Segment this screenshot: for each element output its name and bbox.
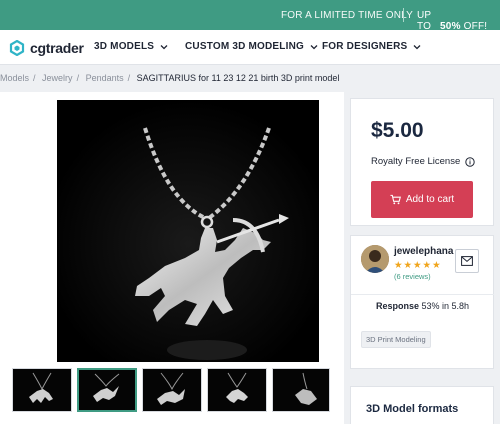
breadcrumb-sep: / xyxy=(33,73,36,83)
thumbnail-5[interactable] xyxy=(272,368,330,412)
chevron-down-icon xyxy=(160,44,168,49)
cart-icon xyxy=(390,194,401,205)
breadcrumb-models[interactable]: Models xyxy=(0,73,29,83)
thumbnail-2[interactable] xyxy=(77,368,137,412)
skill-tag[interactable]: 3D Print Modeling xyxy=(361,331,431,348)
seller-name[interactable]: jewelephana xyxy=(394,246,453,257)
divider xyxy=(351,294,494,295)
promo-discount: UP TO 50% OFF! xyxy=(417,10,500,32)
nav-for-designers-label: FOR DESIGNERS xyxy=(322,41,408,52)
main-product-image[interactable] xyxy=(57,100,319,362)
response-label: Response xyxy=(375,301,419,311)
formats-title: 3D Model formats xyxy=(366,403,459,415)
purchase-card: $5.00 Royalty Free License Add to cart xyxy=(350,98,494,226)
nav-3d-models[interactable]: 3D MODELS xyxy=(94,41,168,52)
breadcrumb-jewelry[interactable]: Jewelry xyxy=(42,73,73,83)
nav-custom-modeling[interactable]: CUSTOM 3D MODELING xyxy=(185,41,318,52)
avatar[interactable] xyxy=(361,245,389,273)
response-value: 53% in 5.8h xyxy=(421,301,470,311)
promo-banner[interactable]: FOR A LIMITED TIME ONLY UP TO 50% OFF! xyxy=(0,0,500,32)
message-button[interactable] xyxy=(455,249,479,273)
response-rate: Response 53% in 5.8h xyxy=(351,301,494,311)
breadcrumb-sep: / xyxy=(127,73,131,83)
info-icon[interactable] xyxy=(465,156,475,167)
license-row: Royalty Free License xyxy=(371,156,475,167)
thumbnail-strip xyxy=(0,368,344,420)
breadcrumb-current: SAGITTARIUS for 11 23 12 21 birth 3D pri… xyxy=(136,73,340,83)
logo-mark-icon xyxy=(9,39,25,56)
chevron-down-icon xyxy=(310,44,318,49)
thumbnail-3[interactable] xyxy=(142,368,202,412)
breadcrumb-sep: / xyxy=(76,73,80,83)
promo-divider xyxy=(403,8,404,22)
nav-custom-modeling-label: CUSTOM 3D MODELING xyxy=(185,41,304,52)
promo-up-to: UP TO xyxy=(417,10,432,32)
product-gallery xyxy=(0,92,344,424)
rating-stars: ★★★★★ xyxy=(394,260,442,271)
product-price: $5.00 xyxy=(371,119,424,142)
pendant-render xyxy=(57,100,319,362)
top-nav: cgtrader 3D MODELS CUSTOM 3D MODELING FO… xyxy=(0,30,500,65)
breadcrumb-pendants[interactable]: Pendants xyxy=(86,73,124,83)
reviews-link[interactable]: (6 reviews) xyxy=(394,272,431,281)
logo-text: cgtrader xyxy=(30,39,84,56)
thumbnail-1[interactable] xyxy=(12,368,72,412)
license-label: Royalty Free License xyxy=(371,156,461,167)
add-to-cart-button[interactable]: Add to cart xyxy=(371,181,473,218)
message-icon xyxy=(461,256,473,266)
seller-card: jewelephana ★★★★★ (6 reviews) Response 5… xyxy=(350,235,494,369)
nav-3d-models-label: 3D MODELS xyxy=(94,41,155,52)
promo-text: FOR A LIMITED TIME ONLY xyxy=(281,10,414,21)
thumbnail-4[interactable] xyxy=(207,368,267,412)
breadcrumb: Models / Jewelry / Pendants / SAGITTARIUS f… xyxy=(0,73,343,83)
formats-card: 3D Model formats xyxy=(350,386,494,424)
chevron-down-icon xyxy=(413,44,421,49)
logo[interactable]: cgtrader xyxy=(9,39,84,56)
add-to-cart-label: Add to cart xyxy=(405,194,455,205)
nav-for-designers[interactable]: FOR DESIGNERS xyxy=(322,41,421,52)
